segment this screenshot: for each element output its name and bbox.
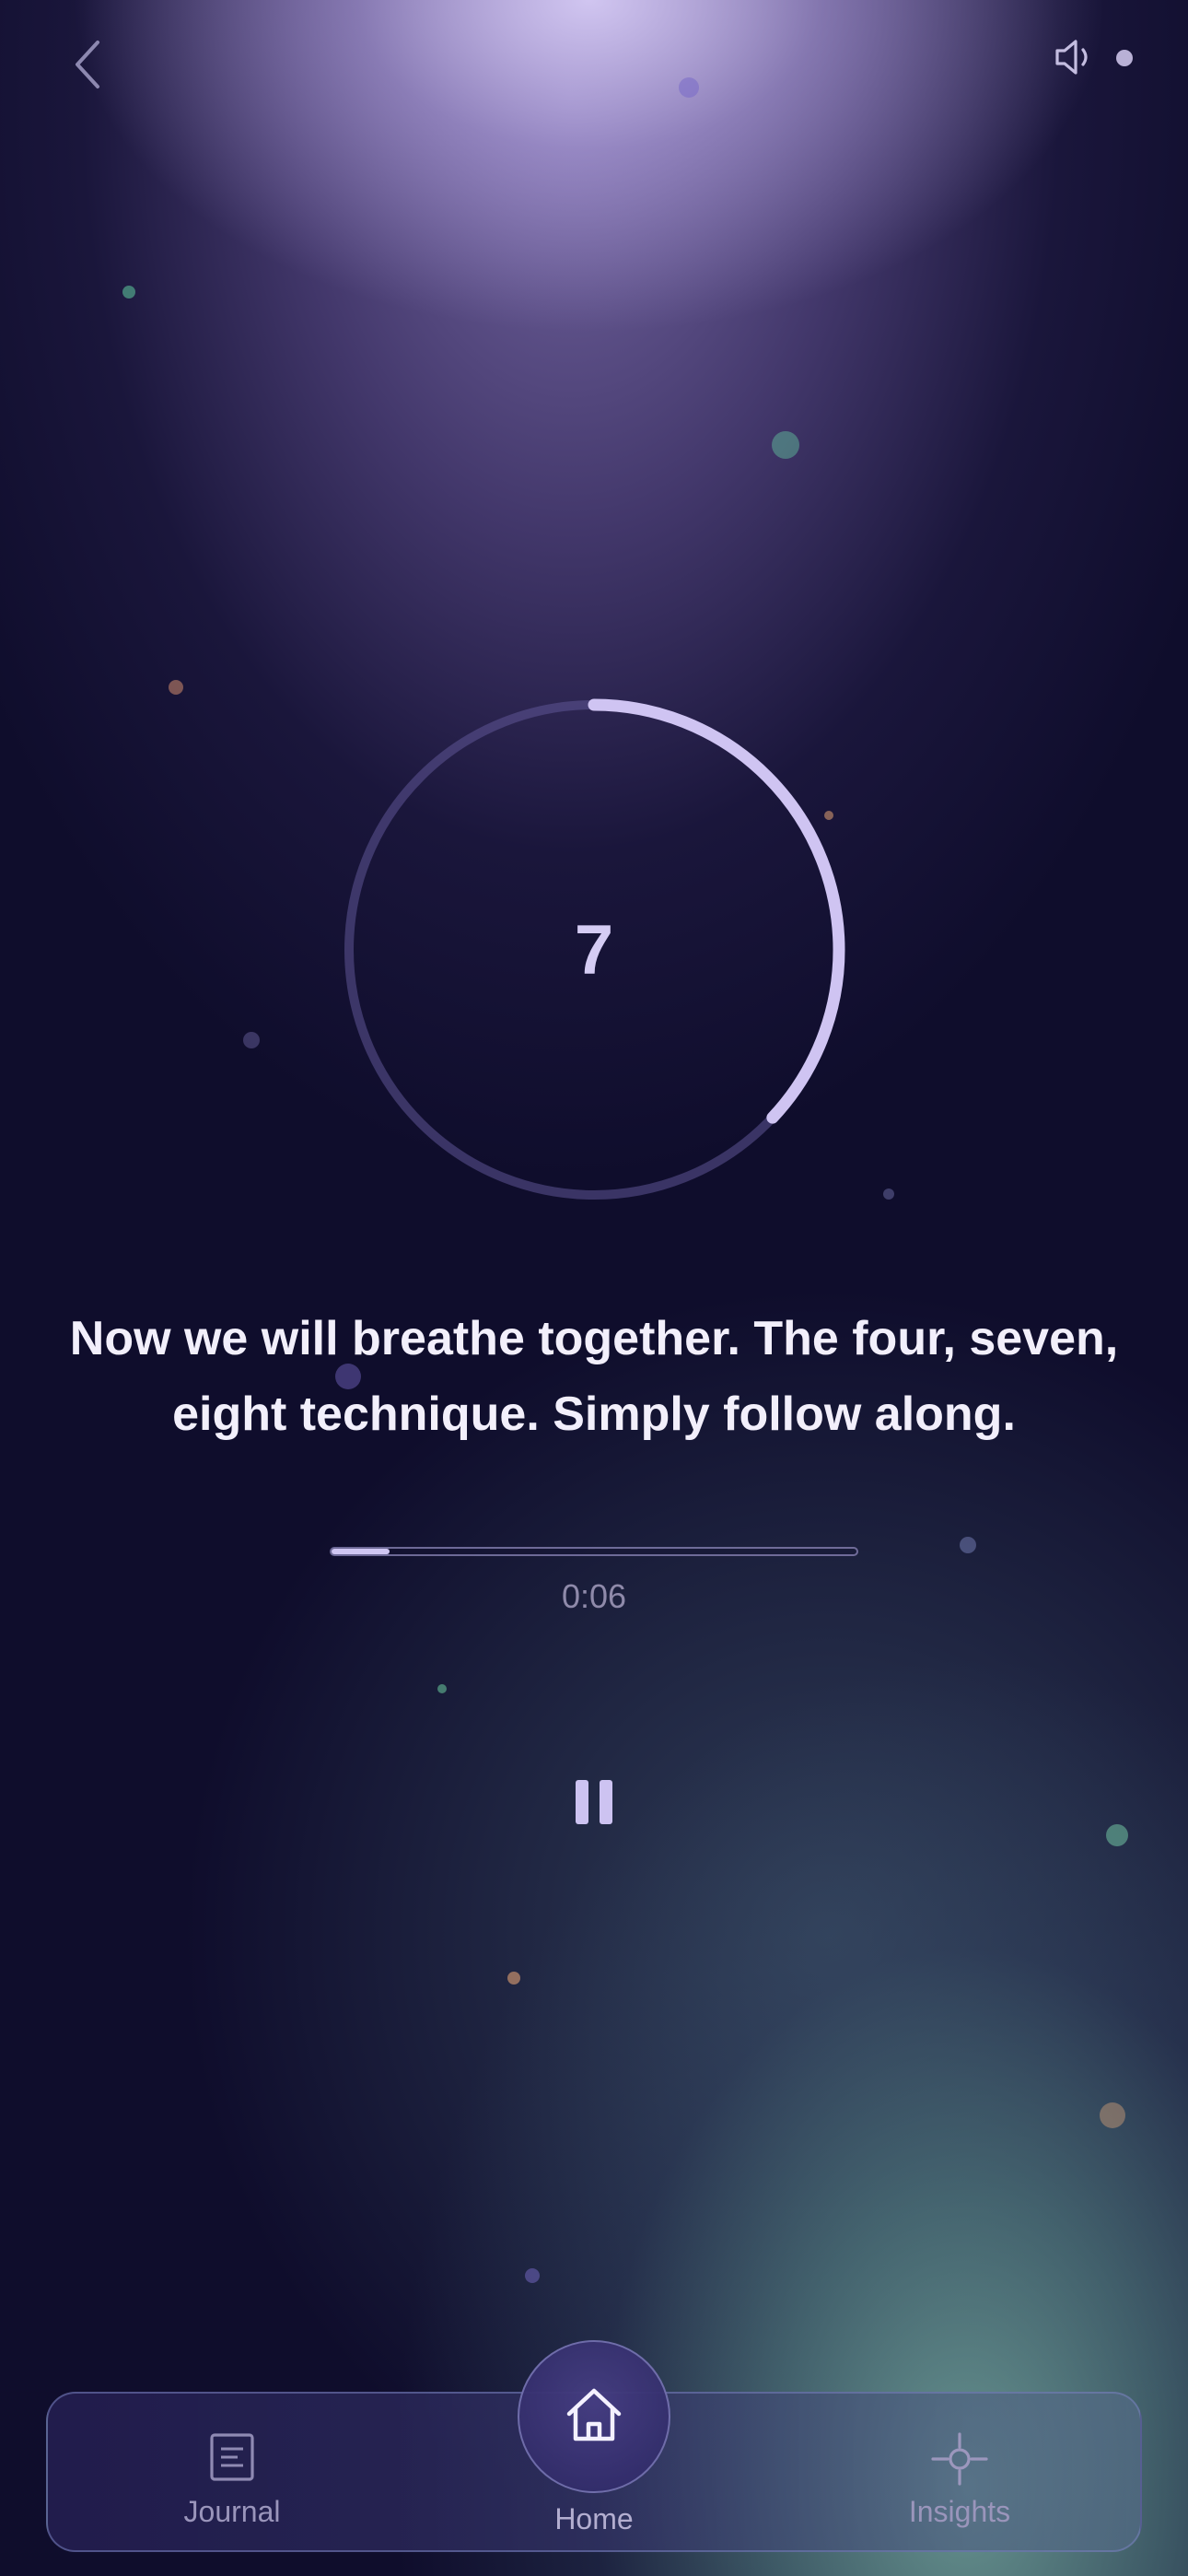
- nav-home-label: Home: [554, 2502, 634, 2535]
- particle: [243, 1032, 260, 1048]
- pause-icon: [570, 1779, 618, 1829]
- particle: [122, 286, 135, 299]
- session-progress-fill: [332, 1549, 390, 1554]
- nav-journal[interactable]: Journal: [122, 2394, 343, 2550]
- home-icon: [564, 2386, 624, 2448]
- particle: [437, 1684, 447, 1693]
- particle: [1100, 2102, 1125, 2128]
- background: [0, 0, 1188, 2576]
- particle: [960, 1537, 976, 1553]
- elapsed-time: 0:06: [561, 1577, 627, 1615]
- nav-journal-label: Journal: [183, 2495, 281, 2528]
- breathing-timer: 7: [341, 697, 847, 1203]
- nav-insights[interactable]: Insights: [849, 2394, 1070, 2550]
- sound-button[interactable]: [1048, 33, 1103, 85]
- particle: [1106, 1824, 1128, 1846]
- session-progress-bar[interactable]: [330, 1547, 858, 1556]
- nav-home-button[interactable]: [518, 2340, 670, 2493]
- narration-caption: Now we will breathe together. The four, …: [37, 1301, 1151, 1452]
- speaker-icon: [1054, 38, 1098, 81]
- journal-icon: [209, 2432, 255, 2484]
- nav-insights-label: Insights: [908, 2495, 1011, 2528]
- top-bar: [0, 0, 1188, 138]
- bottom-navigation: Journal Home Insights: [46, 2340, 1142, 2552]
- particle: [772, 431, 799, 459]
- pause-button[interactable]: [557, 1767, 631, 1841]
- particle: [525, 2268, 540, 2283]
- chevron-left-icon: [70, 39, 107, 95]
- caption-line-2: eight technique. Simply follow along.: [172, 1388, 1016, 1441]
- caption-line-1: Now we will breathe together. The four, …: [69, 1312, 1119, 1365]
- particle: [883, 1188, 894, 1200]
- particle: [507, 1972, 520, 1985]
- back-button[interactable]: [55, 33, 122, 100]
- timer-count: 7: [574, 910, 614, 989]
- insights-icon: [931, 2432, 988, 2486]
- status-dot: [1116, 50, 1133, 66]
- particle: [169, 680, 183, 695]
